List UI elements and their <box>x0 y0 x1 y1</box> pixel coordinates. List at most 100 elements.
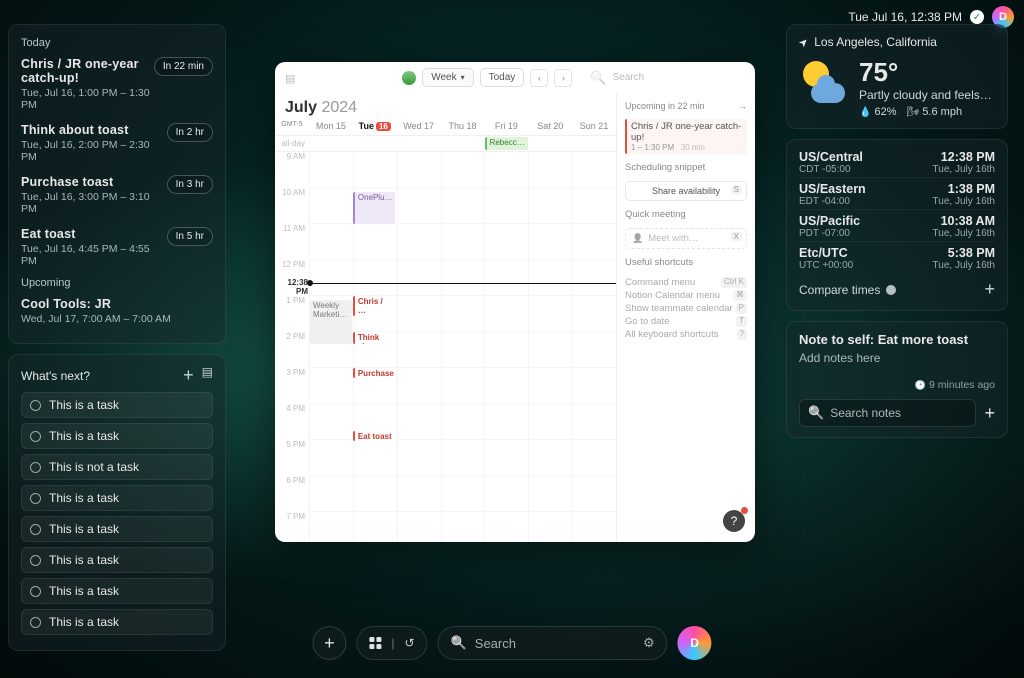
shortcut-item[interactable]: All keyboard shortcuts? <box>625 328 747 341</box>
calendar-cell[interactable] <box>353 440 397 476</box>
task-checkbox[interactable] <box>30 524 41 535</box>
calendar-cell[interactable] <box>397 224 441 260</box>
calendar-cell[interactable] <box>484 512 528 542</box>
note-body[interactable]: Add notes here <box>799 351 995 365</box>
dock-search-input[interactable]: Search <box>438 626 668 660</box>
calendar-cell[interactable] <box>441 368 485 404</box>
calendar-cell[interactable] <box>572 152 616 188</box>
agenda-item[interactable]: Purchase toastTue, Jul 16, 3:00 PM – 3:1… <box>21 171 213 223</box>
calendar-account-icon[interactable] <box>402 71 416 85</box>
calendar-cell[interactable] <box>397 368 441 404</box>
calendar-cell[interactable] <box>484 332 528 368</box>
calendar-cell[interactable] <box>353 260 397 296</box>
agenda-item[interactable]: Think about toastTue, Jul 16, 2:00 PM – … <box>21 119 213 171</box>
calendar-cell[interactable] <box>528 224 572 260</box>
calendar-cell[interactable] <box>397 476 441 512</box>
note-title[interactable]: Note to self: Eat more toast <box>799 332 995 347</box>
shortcut-item[interactable]: Notion Calendar menu⌘ <box>625 289 747 302</box>
calendar-cell[interactable] <box>309 188 353 224</box>
calendar-event[interactable]: Weekly Marketi… <box>310 300 352 344</box>
calendar-cell[interactable] <box>572 404 616 440</box>
calendar-cell[interactable] <box>528 332 572 368</box>
task-checkbox[interactable] <box>30 400 41 411</box>
calendar-event[interactable]: Think abo… <box>353 332 395 344</box>
calendar-cell[interactable] <box>309 476 353 512</box>
calendar-cell[interactable] <box>528 188 572 224</box>
calendar-cell[interactable] <box>353 224 397 260</box>
day-header[interactable]: Fri 19 <box>484 121 528 131</box>
timezone-row[interactable]: US/PacificPDT -07:00 10:38 AMTue, July 1… <box>799 209 995 241</box>
day-header[interactable]: Mon 15 <box>309 121 353 131</box>
gear-icon[interactable] <box>643 635 655 651</box>
calendar-cell[interactable] <box>572 476 616 512</box>
agenda-item[interactable]: Eat toastTue, Jul 16, 4:45 PM – 4:55 PM … <box>21 223 213 275</box>
timezone-row[interactable]: US/CentralCDT -05:00 12:38 PMTue, July 1… <box>799 150 995 177</box>
notes-search-input[interactable]: Search notes <box>799 399 976 427</box>
calendar-event[interactable]: Purchase <box>353 368 395 378</box>
calendar-cell[interactable] <box>441 440 485 476</box>
calendar-cell[interactable] <box>441 188 485 224</box>
add-note-icon[interactable] <box>984 403 995 424</box>
calendar-cell[interactable] <box>397 512 441 542</box>
day-header-today[interactable]: Tue16 <box>353 121 397 131</box>
day-header[interactable]: Wed 17 <box>397 121 441 131</box>
calendar-cell[interactable] <box>309 152 353 188</box>
task-item[interactable]: This is a task <box>21 609 213 635</box>
today-button[interactable]: Today <box>480 68 525 87</box>
calendar-cell[interactable] <box>309 260 353 296</box>
calendar-event[interactable]: Chris / …1 – 1:30 PM <box>353 296 395 316</box>
calendar-cell[interactable] <box>397 332 441 368</box>
calendar-cell[interactable] <box>397 188 441 224</box>
calendar-cell[interactable] <box>397 404 441 440</box>
calendar-cell[interactable] <box>484 260 528 296</box>
calendar-cell[interactable] <box>441 512 485 542</box>
prev-week-button[interactable]: ‹ <box>530 69 548 87</box>
calendar-cell[interactable] <box>484 152 528 188</box>
calendar-cell[interactable] <box>309 224 353 260</box>
task-checkbox[interactable] <box>30 462 41 473</box>
calendar-cell[interactable] <box>484 188 528 224</box>
task-checkbox[interactable] <box>30 586 41 597</box>
calendar-cell[interactable] <box>309 368 353 404</box>
open-upcoming-icon[interactable]: → <box>738 101 747 111</box>
calendar-cell[interactable] <box>441 152 485 188</box>
calendar-cell[interactable] <box>528 152 572 188</box>
calendar-grid[interactable]: 9 AM10 AM11 AM12 PM1 PM2 PM3 PM4 PM5 PM6… <box>275 152 616 542</box>
calendar-cell[interactable] <box>572 260 616 296</box>
calendar-cell[interactable] <box>572 368 616 404</box>
calendar-cell[interactable] <box>572 332 616 368</box>
view-selector[interactable]: Week <box>422 68 473 87</box>
calendar-cell[interactable] <box>309 512 353 542</box>
task-item[interactable]: This is a task <box>21 423 213 449</box>
task-checkbox[interactable] <box>30 555 41 566</box>
task-item[interactable]: This is not a task <box>21 454 213 480</box>
calendar-cell[interactable] <box>397 440 441 476</box>
calendar-cell[interactable] <box>397 152 441 188</box>
agenda-item[interactable]: Chris / JR one-year catch-up!Tue, Jul 16… <box>21 53 213 119</box>
agenda-item[interactable]: Cool Tools: JRWed, Jul 17, 7:00 AM – 7:0… <box>21 293 213 333</box>
calendar-cell[interactable] <box>484 296 528 332</box>
dock-avatar[interactable]: D <box>678 626 712 660</box>
compare-times-label[interactable]: Compare times <box>799 283 880 297</box>
calendar-cell[interactable] <box>572 440 616 476</box>
calendar-cell[interactable] <box>528 296 572 332</box>
calendar-cell[interactable] <box>353 152 397 188</box>
calendar-search-input[interactable]: Search <box>613 72 645 83</box>
calendar-cell[interactable] <box>484 440 528 476</box>
tasks-settings-icon[interactable]: ▤ <box>202 365 213 386</box>
share-availability-button[interactable]: Share availabilityS <box>625 181 747 201</box>
shortcut-item[interactable]: Command menuCtrl K <box>625 276 747 289</box>
task-checkbox[interactable] <box>30 617 41 628</box>
calendar-event[interactable]: OnePlu… <box>353 192 395 224</box>
add-task-icon[interactable] <box>183 365 194 386</box>
calendar-cell[interactable] <box>484 476 528 512</box>
day-header[interactable]: Thu 18 <box>441 121 485 131</box>
task-item[interactable]: This is a task <box>21 516 213 542</box>
calendar-cell[interactable] <box>397 260 441 296</box>
dock-widgets-button[interactable]: | <box>356 626 427 660</box>
day-header[interactable]: Sun 21 <box>572 121 616 131</box>
task-checkbox[interactable] <box>30 431 41 442</box>
calendar-cell[interactable] <box>309 440 353 476</box>
timezone-row[interactable]: US/EasternEDT -04:00 1:38 PMTue, July 16… <box>799 177 995 209</box>
calendar-cell[interactable] <box>353 512 397 542</box>
